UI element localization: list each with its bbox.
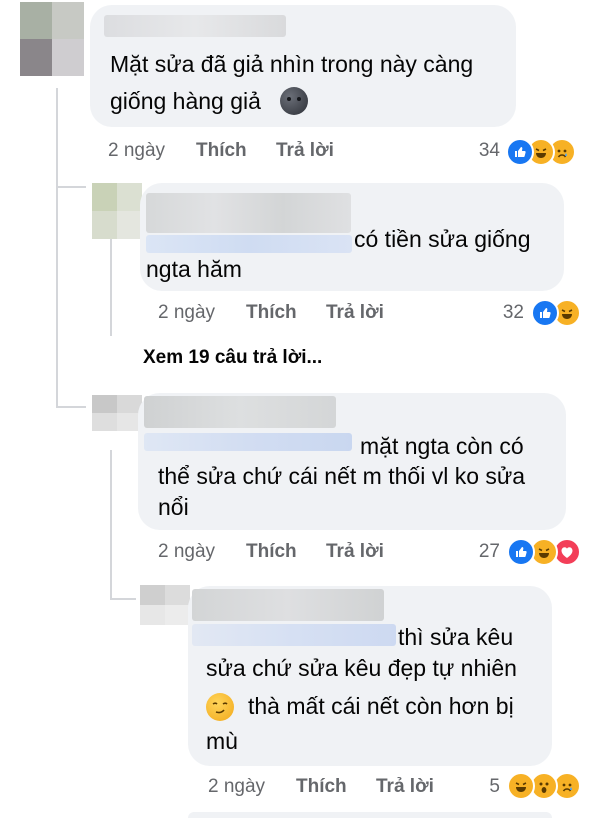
comment-text-line: nổi <box>158 494 189 520</box>
comment-bubble: Mặt sửa đã giả nhìn trong này càng giống… <box>90 5 516 127</box>
comment-bubble: có tiền sửa giống ngta hăm <box>140 183 564 291</box>
reply-button[interactable]: Trả lời <box>326 302 384 324</box>
haha-reaction-icon[interactable] <box>507 772 535 800</box>
comment-time[interactable]: 2 ngày <box>158 541 215 563</box>
comment-text-line: Mặt sửa đã giả nhìn trong này càng <box>110 51 474 77</box>
comment-time[interactable]: 2 ngày <box>208 776 265 798</box>
reaction-count[interactable]: 27 <box>460 541 500 563</box>
comment-time[interactable]: 2 ngày <box>108 140 165 162</box>
blurred-mention[interactable] <box>146 235 352 253</box>
thread-line-branch-1 <box>56 186 86 188</box>
thread-line-branch-2 <box>56 406 86 408</box>
like-button[interactable]: Thích <box>196 140 247 162</box>
comment-bubble: thì sửa kêu sửa chứ sửa kêu đẹp tự nhiên… <box>188 586 552 766</box>
reply-button[interactable]: Trả lời <box>376 776 434 798</box>
comment-text-line: mù <box>206 728 238 754</box>
like-reaction-icon[interactable] <box>507 538 535 566</box>
blurred-mention[interactable] <box>144 433 352 451</box>
blurred-mention[interactable] <box>192 624 396 646</box>
comment-bubble: mặt ngta còn có thể sửa chứ cái nết m th… <box>138 393 566 530</box>
view-more-replies-link[interactable]: Xem 19 câu trả lời... <box>143 347 322 369</box>
like-button[interactable]: Thích <box>246 302 297 324</box>
comment-text-line: thể sửa chứ cái nết m thối vl ko sửa <box>158 463 526 489</box>
blurred-author-name[interactable] <box>104 15 286 37</box>
dark-moon-face-icon <box>280 87 308 115</box>
next-comment-edge <box>188 812 552 818</box>
avatar[interactable] <box>20 2 84 76</box>
comment-time[interactable]: 2 ngày <box>158 302 215 324</box>
like-reaction-icon[interactable] <box>506 138 534 166</box>
reply-button[interactable]: Trả lời <box>276 140 334 162</box>
comment-text-line: sửa chứ sửa kêu đẹp tự nhiên <box>206 655 517 681</box>
avatar[interactable] <box>92 395 142 431</box>
like-reaction-icon[interactable] <box>531 299 559 327</box>
reaction-count[interactable]: 5 <box>460 776 500 798</box>
avatar[interactable] <box>140 585 190 625</box>
blurred-author-name[interactable] <box>146 193 351 233</box>
reaction-count[interactable]: 32 <box>484 302 524 324</box>
comment-text-line: ngta hăm <box>146 256 242 282</box>
blurred-author-name[interactable] <box>144 396 336 428</box>
comment-text-line: giống hàng giả <box>110 88 261 114</box>
smirking-face-icon <box>206 693 234 721</box>
comment-text-line: thà mất cái nết còn hơn bị <box>248 693 514 719</box>
comment-text-line: thì sửa kêu <box>398 624 514 650</box>
reaction-count[interactable]: 34 <box>460 140 500 162</box>
avatar[interactable] <box>92 183 142 239</box>
thread-line-sub-2 <box>110 450 112 600</box>
thread-line-main <box>56 88 58 408</box>
like-button[interactable]: Thích <box>246 541 297 563</box>
thread-line-branch-3 <box>110 598 136 600</box>
thread-line-sub <box>110 236 112 336</box>
comment-text-line: có tiền sửa giống <box>354 226 531 252</box>
comment-text-line: mặt ngta còn có <box>360 433 524 459</box>
like-button[interactable]: Thích <box>296 776 347 798</box>
reply-button[interactable]: Trả lời <box>326 541 384 563</box>
blurred-author-name[interactable] <box>192 589 384 621</box>
